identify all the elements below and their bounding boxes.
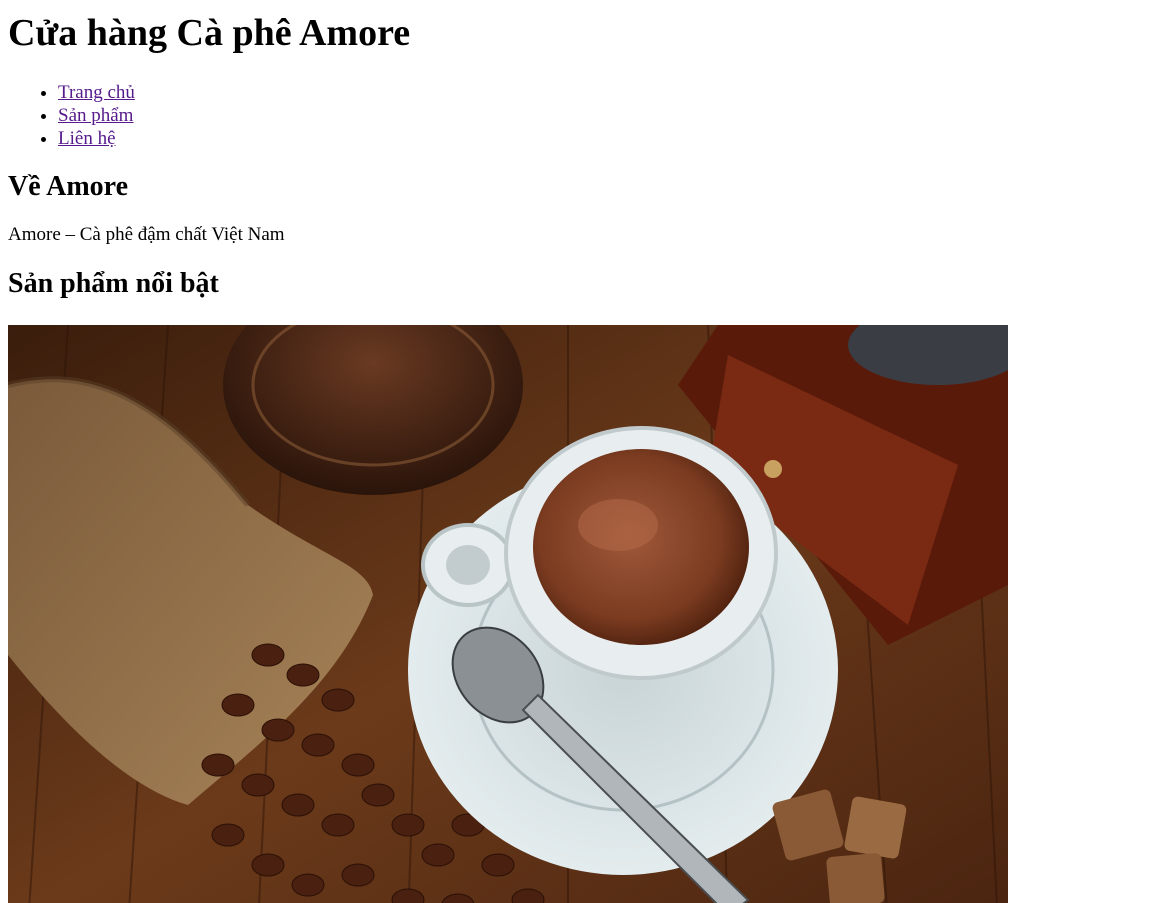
nav-item-contact: Liên hệ <box>58 127 1161 150</box>
page-title: Cửa hàng Cà phê Amore <box>8 12 411 54</box>
featured-product-image <box>8 325 1008 903</box>
nav-link-contact[interactable]: Liên hệ <box>58 128 116 149</box>
page: Cửa hàng Cà phê Amore Trang chủ Sản phẩm… <box>0 10 1169 903</box>
about-tagline: Amore – Cà phê đậm chất Việt Nam <box>8 224 285 245</box>
about-heading: Về Amore <box>8 171 128 202</box>
nav-item-home: Trang chủ <box>58 81 1161 104</box>
main-nav: Trang chủ Sản phẩm Liên hệ <box>8 81 1161 150</box>
nav-link-products[interactable]: Sản phẩm <box>58 105 133 126</box>
nav-item-products: Sản phẩm <box>58 104 1161 127</box>
featured-heading: Sản phẩm nổi bật <box>8 268 219 299</box>
nav-link-home[interactable]: Trang chủ <box>58 82 135 103</box>
